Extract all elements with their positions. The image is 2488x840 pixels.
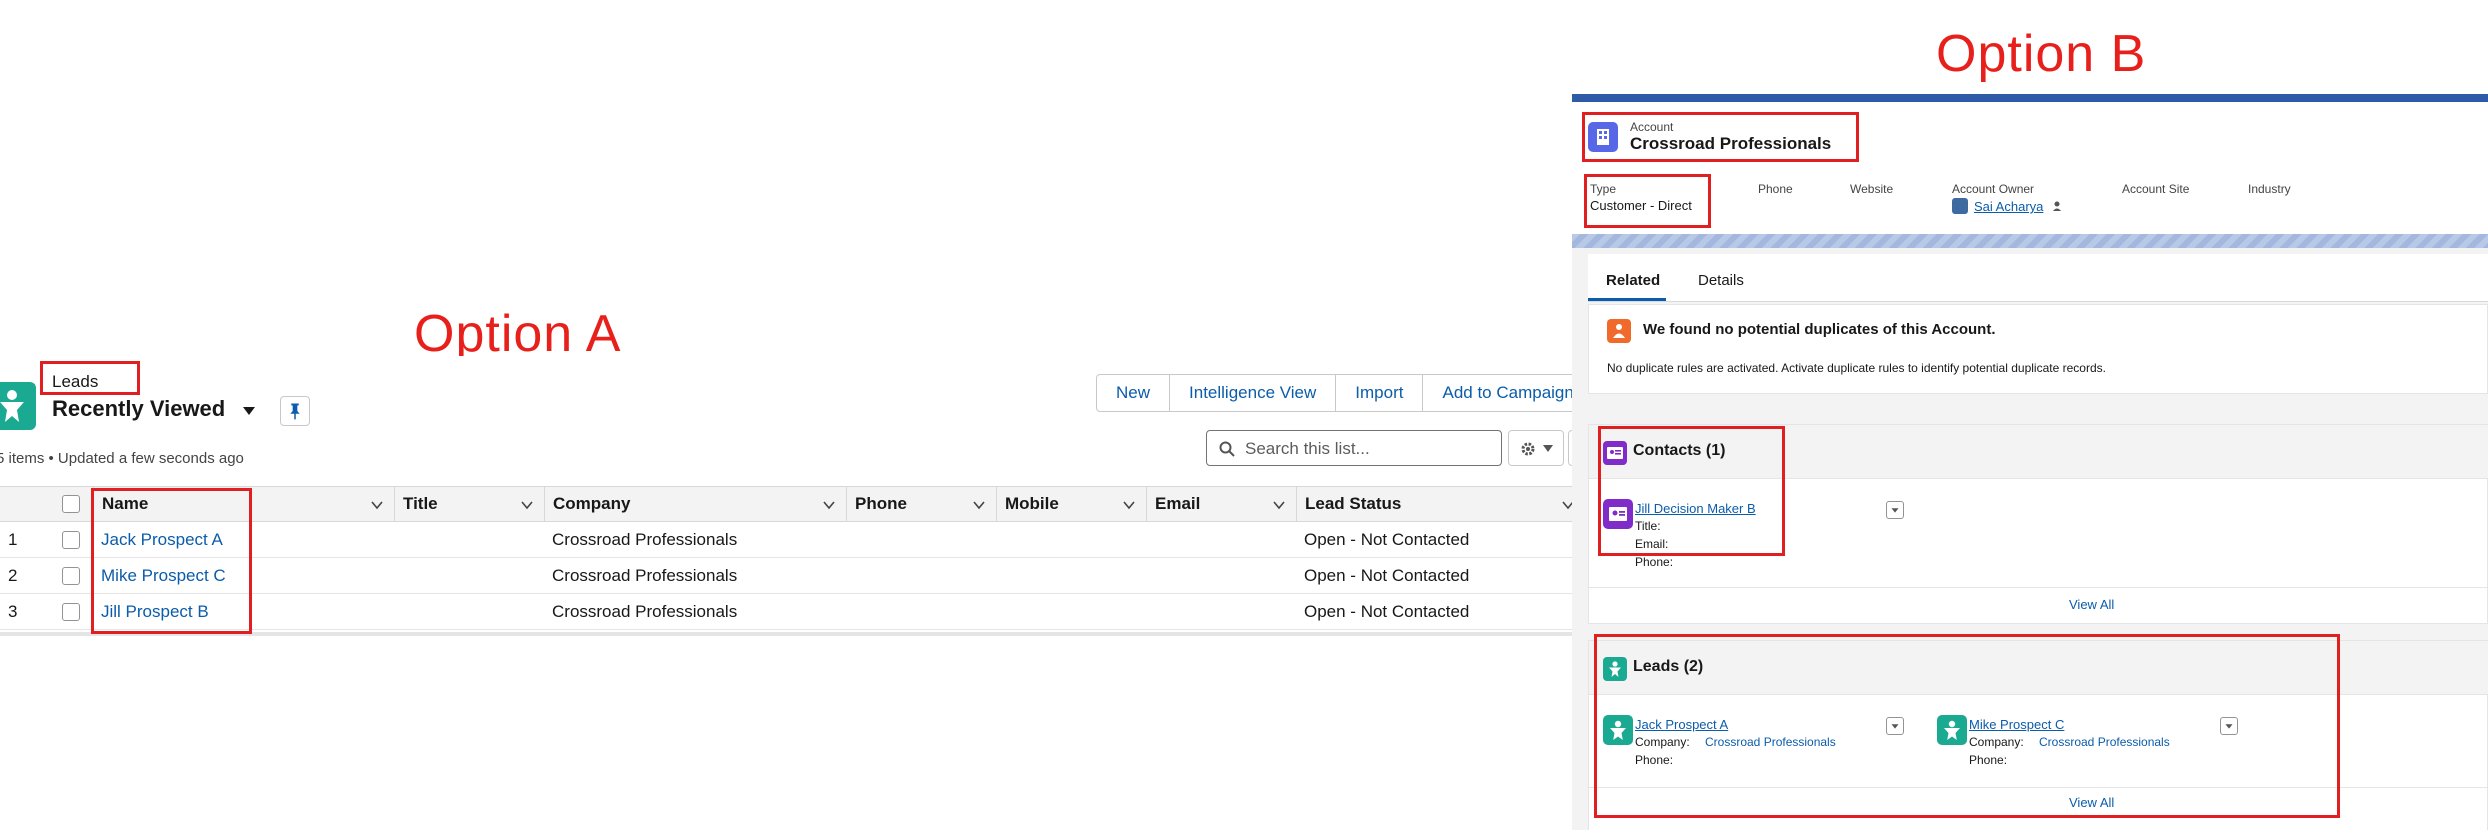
list-settings-button[interactable] bbox=[1508, 430, 1564, 466]
chevron-down-icon bbox=[1123, 501, 1135, 510]
highlight-leads-related-list bbox=[1594, 634, 2340, 818]
search-icon bbox=[1219, 441, 1235, 457]
lead-status-cell: Open - Not Contacted bbox=[1304, 530, 1470, 549]
option-a-label: Option A bbox=[414, 305, 622, 363]
row-checkbox[interactable] bbox=[62, 603, 80, 621]
row-number: 3 bbox=[8, 602, 18, 621]
duplicates-title: We found no potential duplicates of this… bbox=[1643, 321, 1996, 338]
tab-related[interactable]: Related bbox=[1606, 272, 1660, 289]
chevron-down-icon bbox=[1891, 508, 1899, 513]
list-action-buttons: New Intelligence View Import Add to Camp… bbox=[1096, 374, 1585, 412]
list-search bbox=[1206, 430, 1502, 466]
phone-label: Phone bbox=[1758, 182, 1793, 196]
account-site-label: Account Site bbox=[2122, 182, 2190, 196]
chevron-down-icon bbox=[973, 501, 985, 510]
duplicates-card: We found no potential duplicates of this… bbox=[1588, 304, 2488, 394]
industry-label: Industry bbox=[2248, 182, 2291, 196]
chevron-down-icon bbox=[371, 501, 383, 510]
change-owner-icon[interactable] bbox=[2052, 200, 2064, 212]
list-status-line: 5 items • Updated a few seconds ago bbox=[0, 450, 244, 467]
lead-icon bbox=[0, 382, 36, 430]
row-number: 1 bbox=[8, 530, 18, 549]
new-button[interactable]: New bbox=[1097, 375, 1171, 411]
account-owner-link[interactable]: Sai Acharya bbox=[1974, 199, 2043, 214]
highlight-leads-label bbox=[40, 361, 140, 395]
column-header-company[interactable]: Company bbox=[544, 486, 846, 522]
duplicate-alert-icon bbox=[1607, 319, 1631, 343]
contacts-view-all-link[interactable]: View All bbox=[2069, 597, 2114, 612]
divider bbox=[1589, 587, 2488, 588]
website-label: Website bbox=[1850, 182, 1894, 196]
column-header-phone[interactable]: Phone bbox=[846, 486, 996, 522]
tab-details[interactable]: Details bbox=[1698, 272, 1744, 289]
company-cell: Crossroad Professionals bbox=[552, 530, 738, 549]
contact-phone-label: Phone: bbox=[1635, 555, 1674, 569]
highlight-account-name bbox=[1582, 112, 1859, 162]
lead-status-cell: Open - Not Contacted bbox=[1304, 602, 1470, 621]
active-tab-indicator bbox=[1588, 298, 1666, 301]
row-number: 2 bbox=[8, 566, 18, 585]
column-header-email[interactable]: Email bbox=[1146, 486, 1296, 522]
company-cell: Crossroad Professionals bbox=[552, 602, 738, 621]
chevron-down-icon bbox=[823, 501, 835, 510]
column-header-mobile[interactable]: Mobile bbox=[996, 486, 1146, 522]
highlight-type-field bbox=[1584, 174, 1711, 228]
highlight-contact-record bbox=[1598, 426, 1785, 556]
search-input[interactable] bbox=[1245, 437, 1495, 461]
pin-icon bbox=[290, 403, 300, 420]
option-b-label: Option B bbox=[1936, 25, 2147, 83]
highlight-name-column bbox=[91, 488, 252, 634]
list-view-title[interactable]: Recently Viewed bbox=[52, 396, 225, 422]
gear-icon bbox=[1521, 442, 1535, 456]
chevron-down-icon bbox=[1273, 501, 1285, 510]
chevron-down-icon bbox=[1543, 445, 1553, 452]
row-checkbox[interactable] bbox=[62, 531, 80, 549]
intelligence-view-button[interactable]: Intelligence View bbox=[1170, 375, 1337, 411]
pin-button[interactable] bbox=[280, 396, 310, 426]
header-pattern bbox=[1572, 234, 2488, 248]
view-switcher-chevron-icon[interactable] bbox=[242, 404, 256, 418]
lead-status-cell: Open - Not Contacted bbox=[1304, 566, 1470, 585]
row-checkbox[interactable] bbox=[62, 567, 80, 585]
account-owner-label: Account Owner bbox=[1952, 182, 2035, 196]
record-tabs: Related Details bbox=[1588, 254, 2488, 302]
company-cell: Crossroad Professionals bbox=[552, 566, 738, 585]
owner-avatar bbox=[1952, 198, 1968, 214]
contact-row-actions[interactable] bbox=[1886, 501, 1904, 519]
duplicates-message: No duplicate rules are activated. Activa… bbox=[1607, 361, 2106, 375]
column-header-lead-status[interactable]: Lead Status bbox=[1296, 486, 1585, 522]
column-header-title[interactable]: Title bbox=[394, 486, 544, 522]
chevron-down-icon bbox=[521, 501, 533, 510]
import-button[interactable]: Import bbox=[1336, 375, 1424, 411]
add-to-campaign-button[interactable]: Add to Campaign bbox=[1423, 375, 1585, 411]
